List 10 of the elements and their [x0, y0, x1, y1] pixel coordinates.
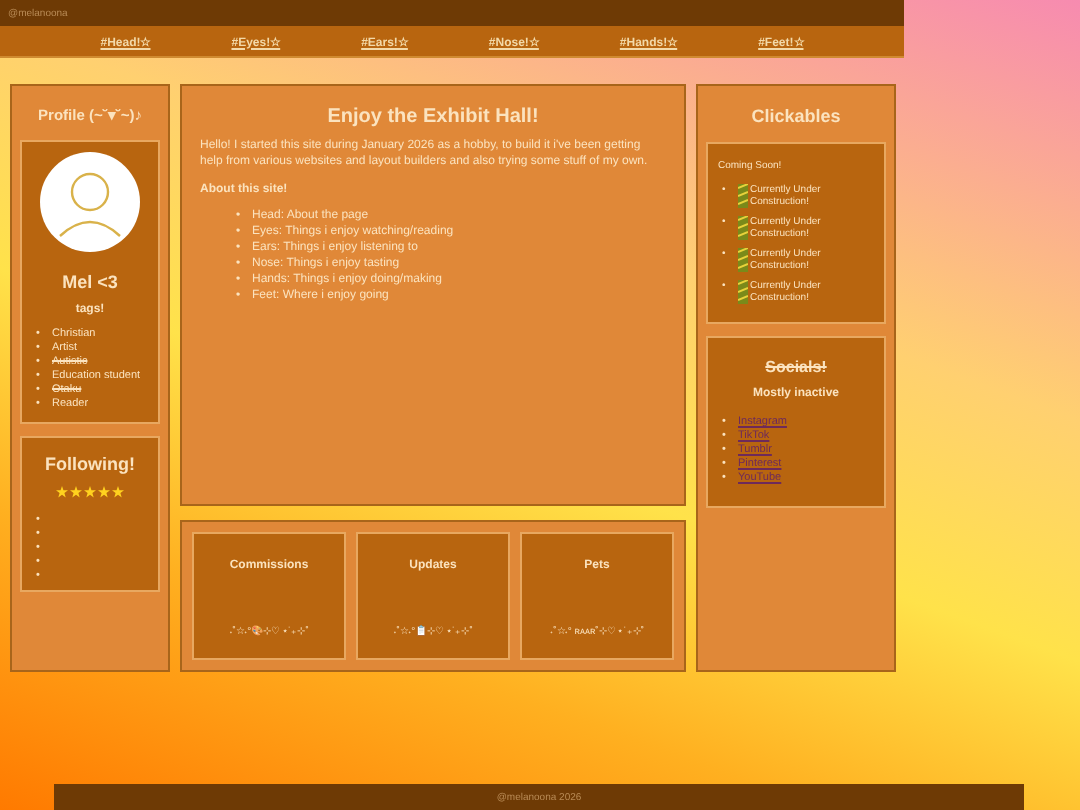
avatar	[40, 152, 140, 252]
panel-title: Clickables	[749, 106, 843, 126]
construction-icon	[738, 248, 748, 272]
following-title: Following!	[43, 454, 137, 474]
main-title: Enjoy the Exhibit Hall!	[325, 106, 541, 128]
construction-icon	[738, 280, 748, 304]
socials-title: Socials!	[763, 358, 829, 376]
profile-name: Mel <3	[60, 272, 120, 292]
construction-icon	[738, 184, 748, 208]
construction-icon	[738, 216, 748, 240]
